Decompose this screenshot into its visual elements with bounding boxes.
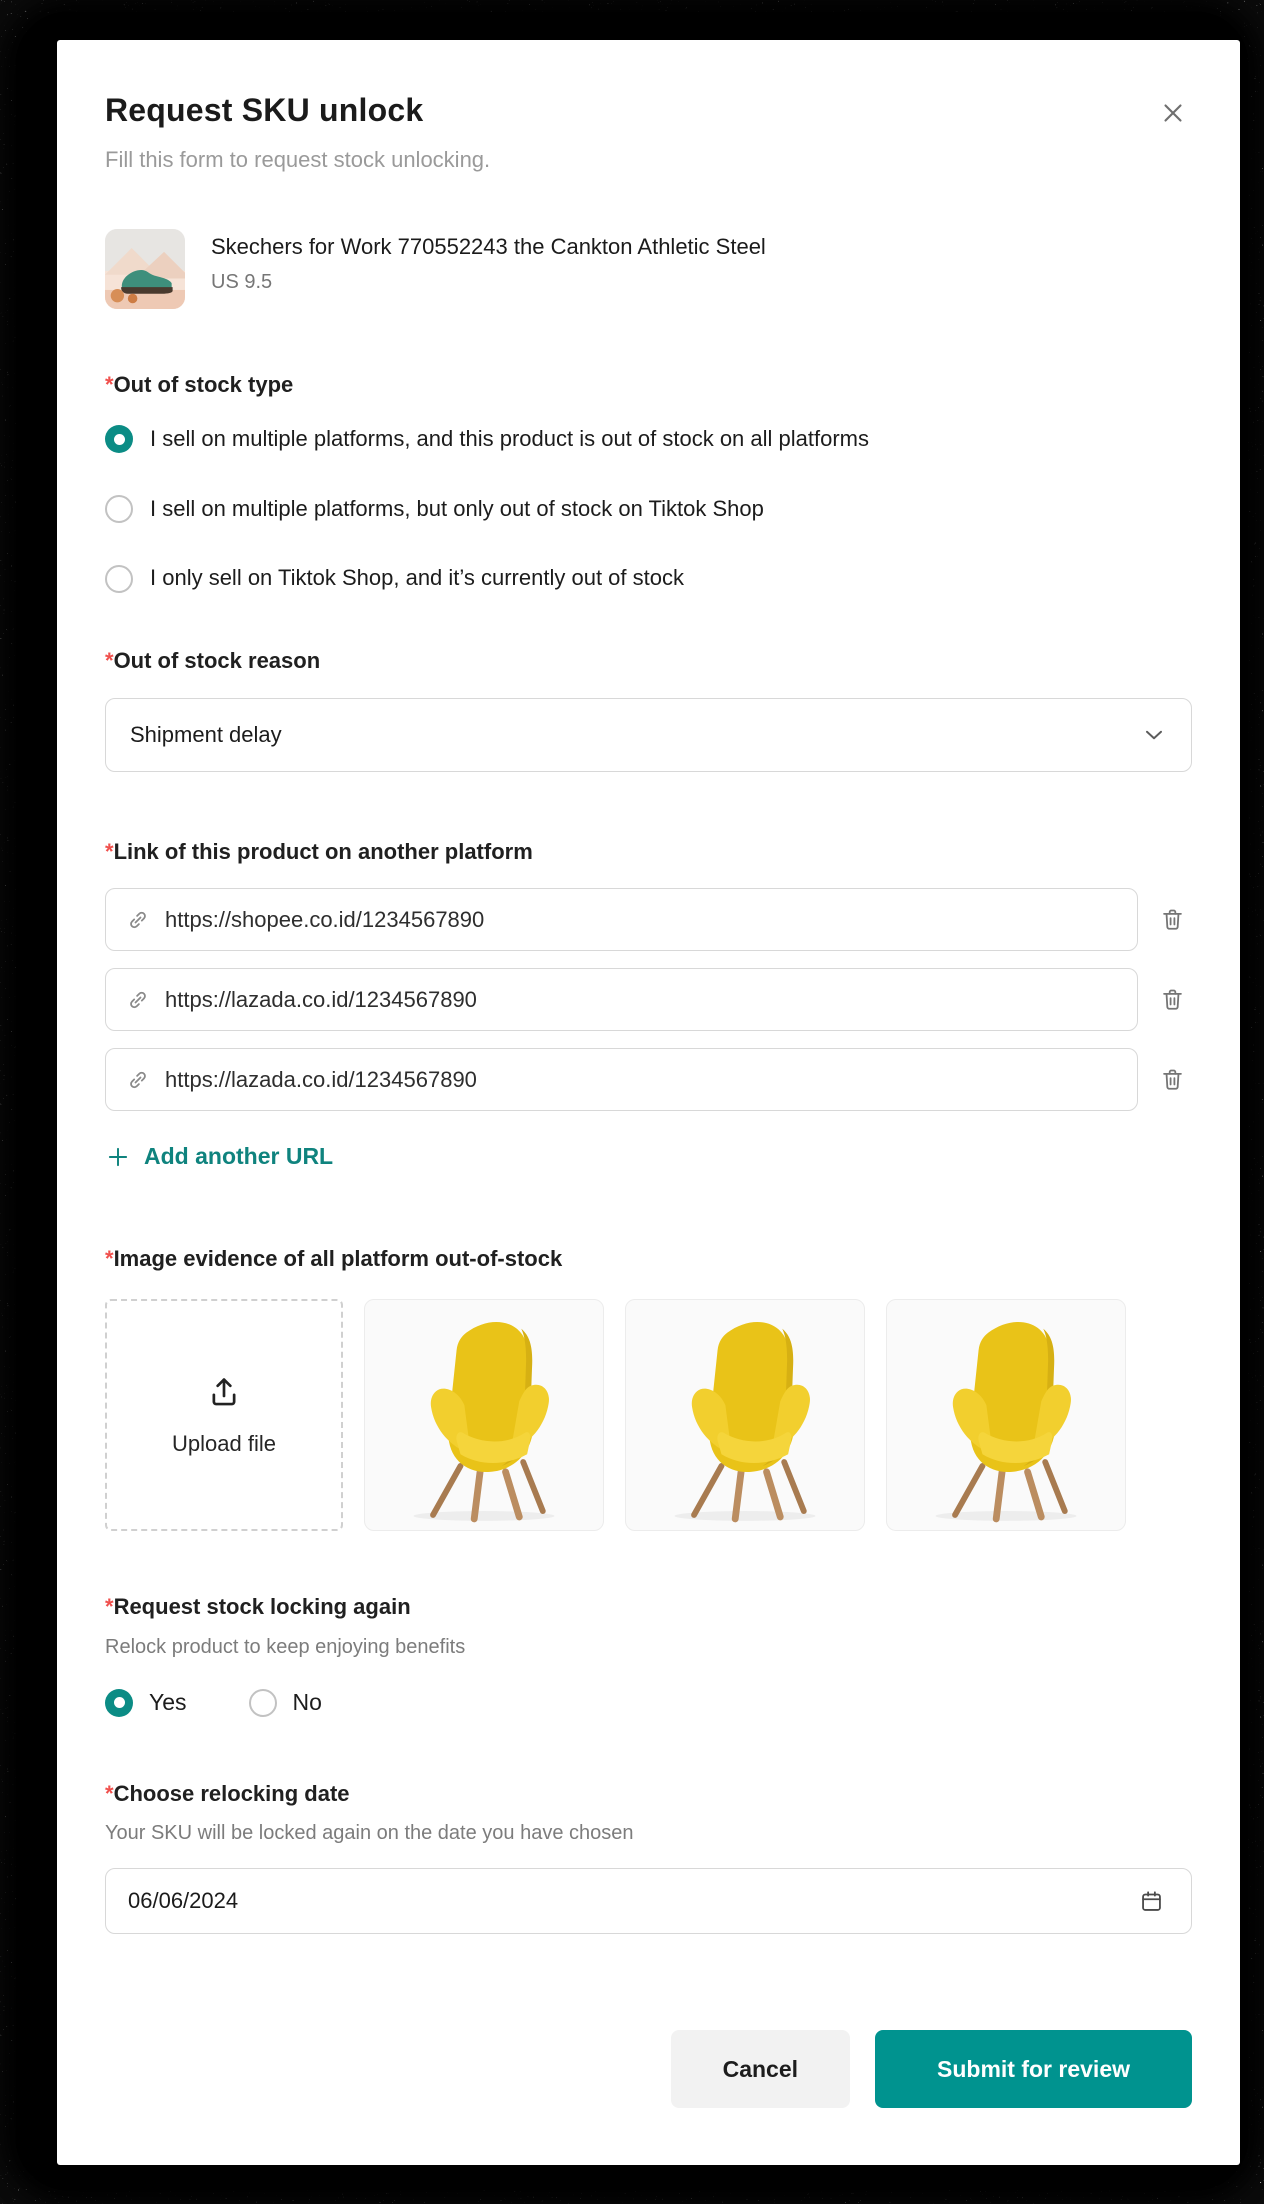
product-links-label: *Link of this product on another platfor… — [105, 838, 1192, 867]
trash-icon[interactable] — [1153, 900, 1192, 939]
link-icon — [126, 1068, 150, 1092]
oos-type-option-all-platforms[interactable]: I sell on multiple platforms, and this p… — [105, 425, 1192, 454]
chevron-down-icon — [1141, 722, 1167, 748]
cancel-button[interactable]: Cancel — [671, 2030, 850, 2108]
image-evidence-label: *Image evidence of all platform out-of-s… — [105, 1245, 1192, 1274]
oos-type-option-only-tiktok[interactable]: I sell on multiple platforms, but only o… — [105, 495, 1192, 524]
product-variant: US 9.5 — [211, 271, 766, 294]
dialog-actions: Cancel Submit for review — [105, 2030, 1192, 2108]
trash-icon[interactable] — [1153, 980, 1192, 1019]
upload-file-label: Upload file — [172, 1431, 276, 1457]
upload-icon — [205, 1373, 243, 1411]
calendar-icon[interactable] — [1134, 1884, 1169, 1919]
close-icon[interactable] — [1154, 94, 1192, 132]
add-another-url-button[interactable]: Add another URL — [105, 1143, 333, 1170]
out-of-stock-reason-label: *Out of stock reason — [105, 647, 1192, 676]
url-list — [105, 888, 1192, 1111]
radio-icon[interactable] — [105, 495, 133, 523]
url-input-wrapper — [105, 1048, 1138, 1111]
selected-reason-value: Shipment delay — [130, 722, 282, 748]
url-row — [105, 1048, 1192, 1111]
screenshot-stage: Request SKU unlock Fill this form to req… — [0, 0, 1264, 2204]
link-icon — [126, 908, 150, 932]
product-thumbnail — [105, 229, 185, 309]
out-of-stock-type-group: I sell on multiple platforms, and this p… — [105, 425, 1192, 593]
url-input-wrapper — [105, 968, 1138, 1031]
url-input-wrapper — [105, 888, 1138, 951]
evidence-tiles: Upload file — [105, 1299, 1192, 1531]
relock-date-label: *Choose relocking date — [105, 1780, 1192, 1809]
relock-helper: Relock product to keep enjoying benefits — [105, 1634, 1192, 1660]
url-row — [105, 968, 1192, 1031]
upload-file-dropzone[interactable]: Upload file — [105, 1299, 343, 1531]
relock-option-no[interactable]: No — [249, 1688, 322, 1718]
relock-radio-group: Yes No — [105, 1688, 1192, 1718]
relock-label: *Request stock locking again — [105, 1593, 1192, 1622]
plus-icon — [105, 1144, 131, 1170]
dialog-subtitle: Fill this form to request stock unlockin… — [105, 146, 1192, 175]
evidence-image-2[interactable] — [625, 1299, 865, 1531]
oos-type-option-only-sell-tiktok[interactable]: I only sell on Tiktok Shop, and it’s cur… — [105, 564, 1192, 593]
evidence-image-1[interactable] — [364, 1299, 604, 1531]
radio-icon[interactable] — [249, 1689, 277, 1717]
radio-icon[interactable] — [105, 565, 133, 593]
evidence-image-3[interactable] — [886, 1299, 1126, 1531]
product-name: Skechers for Work 770552243 the Cankton … — [211, 233, 766, 262]
radio-icon[interactable] — [105, 1689, 133, 1717]
out-of-stock-type-label: *Out of stock type — [105, 371, 1192, 400]
url-input[interactable] — [165, 1067, 1117, 1093]
dialog-title: Request SKU unlock — [105, 90, 423, 130]
url-input[interactable] — [165, 987, 1117, 1013]
relock-option-yes[interactable]: Yes — [105, 1688, 187, 1718]
radio-icon[interactable] — [105, 425, 133, 453]
request-sku-unlock-dialog: Request SKU unlock Fill this form to req… — [57, 40, 1240, 2165]
out-of-stock-reason-select[interactable]: Shipment delay — [105, 698, 1192, 772]
trash-icon[interactable] — [1153, 1060, 1192, 1099]
submit-for-review-button[interactable]: Submit for review — [875, 2030, 1192, 2108]
relock-date-helper: Your SKU will be locked again on the dat… — [105, 1820, 1192, 1846]
relock-date-input-wrapper — [105, 1868, 1192, 1934]
product-summary: Skechers for Work 770552243 the Cankton … — [105, 229, 1192, 309]
url-input[interactable] — [165, 907, 1117, 933]
link-icon — [126, 988, 150, 1012]
relock-date-input[interactable] — [128, 1888, 1134, 1914]
url-row — [105, 888, 1192, 951]
